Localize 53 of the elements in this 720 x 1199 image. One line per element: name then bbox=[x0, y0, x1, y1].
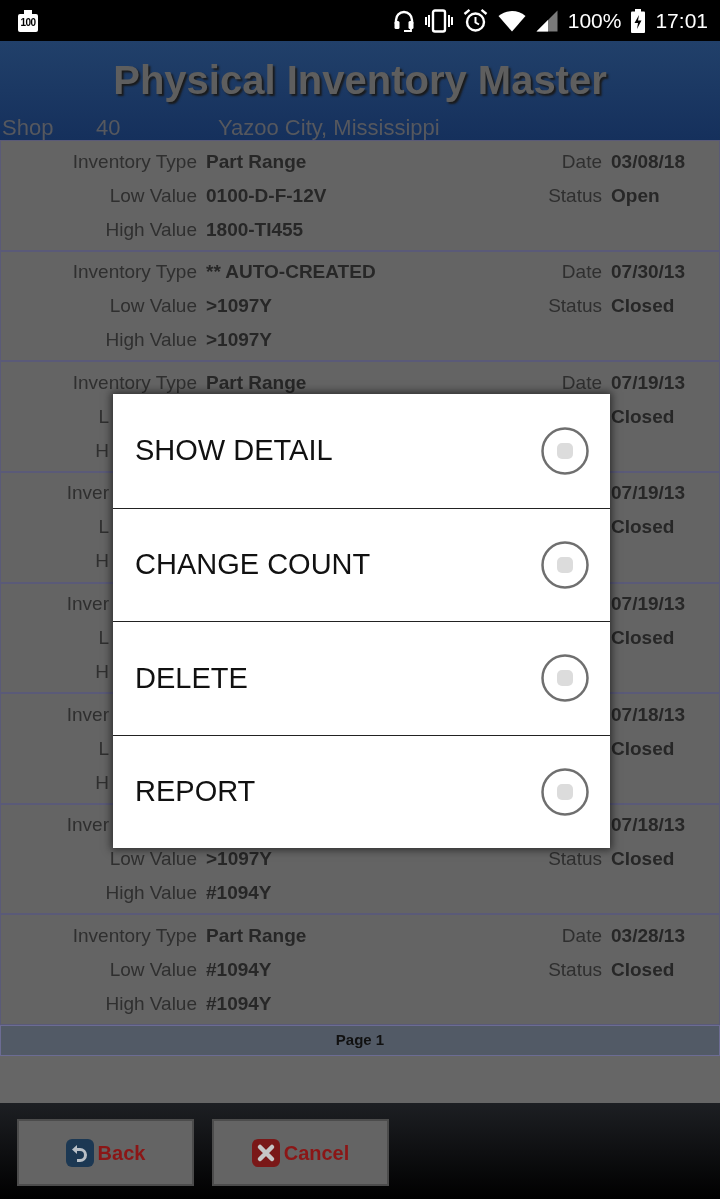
page-indicator: Page 1 bbox=[0, 1025, 720, 1056]
field-value: Part Range bbox=[206, 372, 307, 394]
signal-icon bbox=[535, 9, 558, 32]
field-value: Closed bbox=[611, 849, 675, 871]
shop-location: Yazoo City, Mississippi bbox=[218, 113, 440, 142]
field-value: 07/18/13 bbox=[611, 704, 685, 726]
menu-option[interactable]: DELETE bbox=[113, 621, 610, 735]
radio-button[interactable] bbox=[541, 540, 589, 589]
field-value: Closed bbox=[611, 517, 675, 539]
field-value: Closed bbox=[611, 406, 675, 428]
radio-button[interactable] bbox=[541, 767, 589, 816]
battery-percentage: 100% bbox=[567, 8, 622, 33]
field-value: Closed bbox=[611, 296, 675, 318]
headset-icon bbox=[392, 8, 415, 33]
vibrate-icon bbox=[424, 8, 453, 33]
radio-button[interactable] bbox=[541, 426, 589, 475]
alarm-icon bbox=[462, 8, 488, 33]
notification-badge: 100 bbox=[18, 13, 38, 32]
field-value: 07/18/13 bbox=[611, 815, 685, 837]
field-value: Open bbox=[611, 185, 660, 207]
field-value: ** AUTO-CREATED bbox=[206, 262, 376, 284]
field-value: 0100-D-F-12V bbox=[206, 185, 327, 207]
field-value: Part Range bbox=[206, 925, 307, 947]
close-icon bbox=[251, 1138, 280, 1167]
field-value: Closed bbox=[611, 959, 675, 981]
field-value: #1094Y bbox=[206, 883, 272, 905]
field-value: 03/08/18 bbox=[611, 151, 685, 173]
field-value: 07/19/13 bbox=[611, 594, 685, 615]
field-value: >1097Y bbox=[206, 849, 273, 871]
field-value: Closed bbox=[611, 628, 675, 649]
back-button[interactable]: Back bbox=[17, 1119, 194, 1186]
cancel-button[interactable]: Cancel bbox=[212, 1119, 389, 1186]
field-value: #1094Y bbox=[206, 959, 272, 981]
field-value: 07/30/13 bbox=[611, 262, 685, 284]
battery-charging-icon bbox=[631, 8, 646, 33]
menu-option[interactable]: CHANGE COUNT bbox=[113, 507, 610, 621]
app-title: Physical Inventory Master bbox=[113, 57, 607, 104]
field-value: 1800-TI455 bbox=[206, 219, 304, 241]
field-value: 07/19/13 bbox=[611, 483, 685, 505]
field-value: Part Range bbox=[206, 151, 307, 173]
clock-time: 17:01 bbox=[655, 8, 708, 33]
field-value: #1094Y bbox=[206, 993, 272, 1015]
field-value: 07/19/13 bbox=[611, 372, 685, 394]
shop-number: 40 bbox=[96, 113, 122, 142]
field-value: >1097Y bbox=[206, 296, 273, 318]
menu-option[interactable]: REPORT bbox=[113, 734, 610, 848]
field-value: Closed bbox=[611, 738, 675, 760]
menu-option[interactable]: SHOW DETAIL bbox=[113, 394, 610, 508]
radio-button[interactable] bbox=[541, 654, 589, 703]
shop-label: Shop bbox=[2, 113, 55, 142]
field-value: 03/28/13 bbox=[611, 925, 685, 947]
field-value: >1097Y bbox=[206, 330, 273, 352]
wifi-icon bbox=[497, 9, 526, 32]
